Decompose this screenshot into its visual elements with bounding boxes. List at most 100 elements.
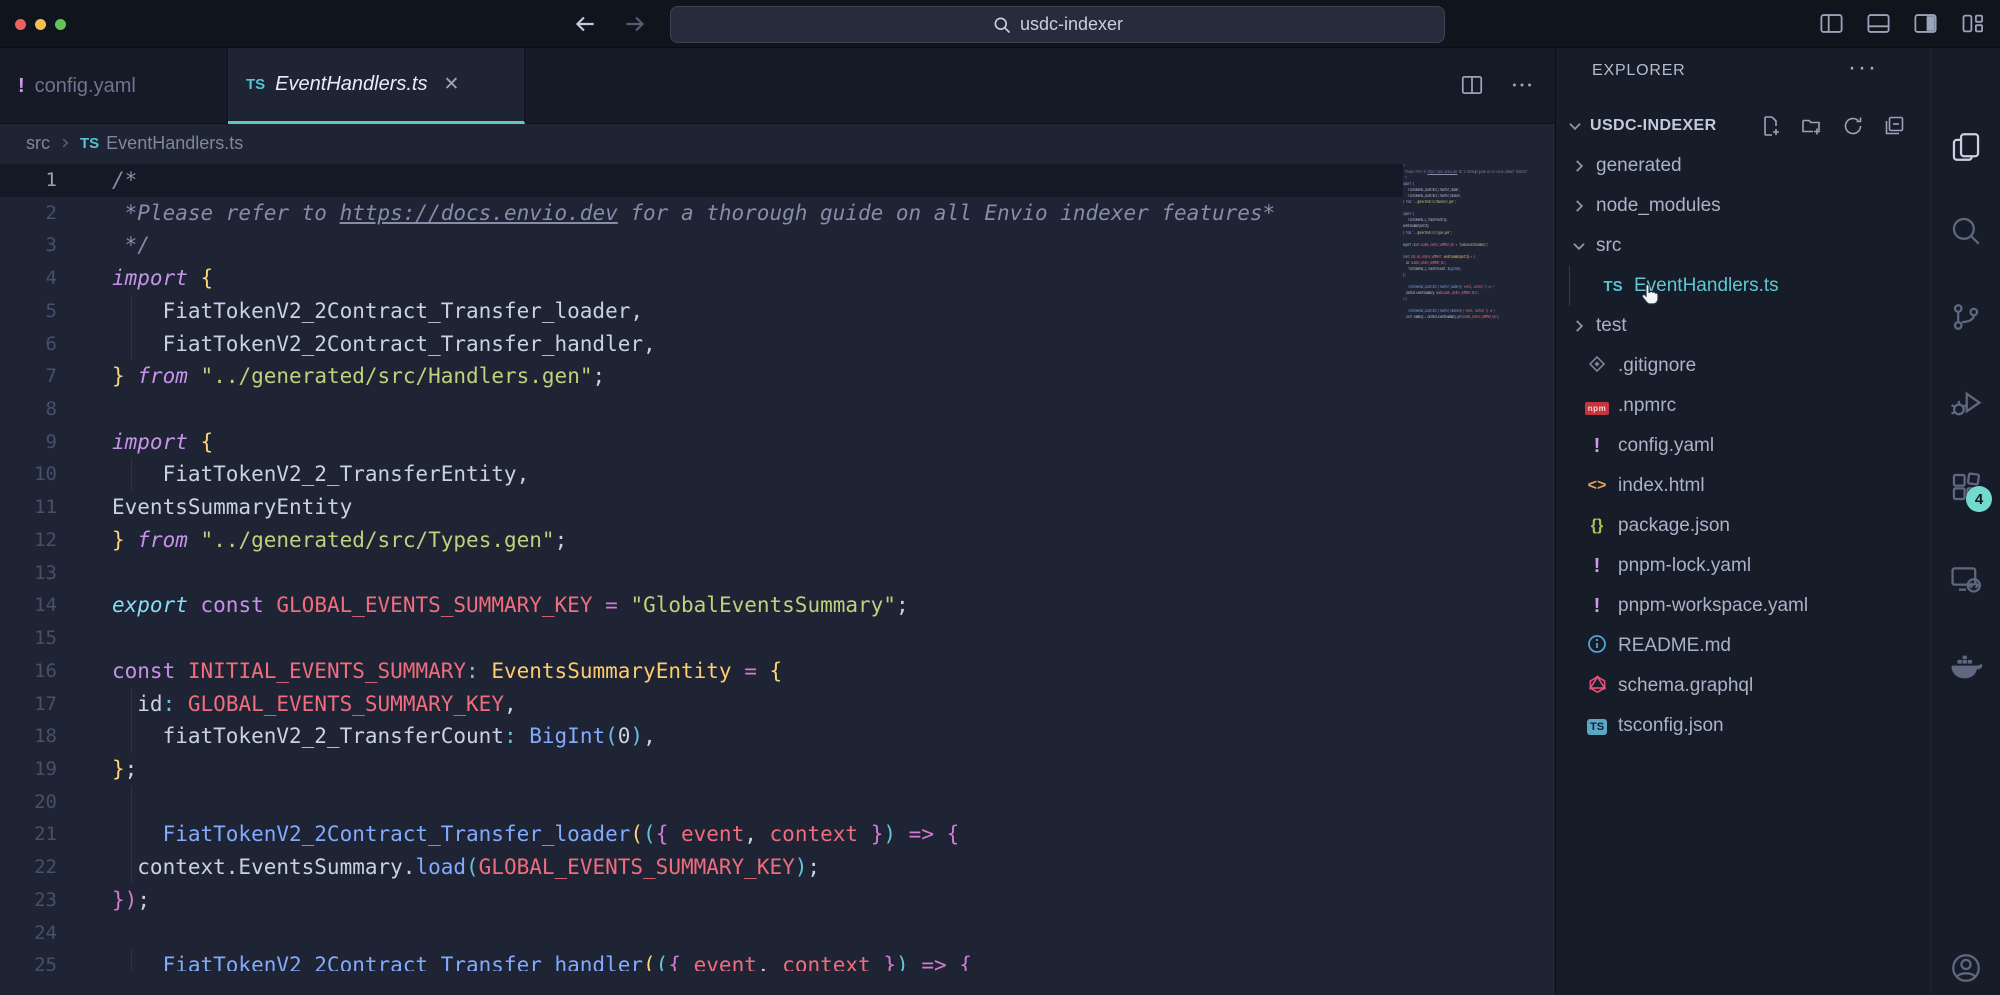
tree-item--gitignore[interactable]: .gitignore [1556,346,1930,386]
tree-item-package-json[interactable]: {}package.json [1556,506,1930,546]
code-line-8[interactable]: 8 [0,393,1403,426]
line-number: 8 [0,393,57,426]
tree-item-pnpm-lock-yaml[interactable]: !pnpm-lock.yaml [1556,546,1930,586]
tab-eventhandlers-ts[interactable]: TSEventHandlers.ts✕ [228,48,525,124]
tree-item-node-modules[interactable]: node_modules [1556,186,1930,226]
tab-config-yaml[interactable]: !config.yaml [0,48,228,124]
extensions-badge: 4 [1966,486,1992,512]
line-number: 13 [0,557,57,590]
code-line-12[interactable]: 12} from "../generated/src/Types.gen"; [0,524,1403,557]
code-line-21[interactable]: 21 FiatTokenV2_2Contract_Transfer_loader… [0,818,1403,851]
activity-remote-explorer-icon[interactable] [1949,562,1983,596]
line-number: 7 [0,360,57,393]
tree-item-label: node_modules [1596,195,1721,217]
line-number: 5 [0,295,57,328]
tree-item-tsconfig-json[interactable]: TS tsconfig.json [1556,706,1930,746]
tree-item-generated[interactable]: generated [1556,146,1930,186]
minimap[interactable]: /* *Please refer to https://docs.envio.d… [1403,164,1530,339]
zoom-window-button[interactable] [55,19,66,30]
code-line-9[interactable]: 9import { [0,426,1403,459]
activity-bar: 4 [1930,48,2000,995]
code-line-5[interactable]: 5 FiatTokenV2_2Contract_Transfer_loader, [0,295,1403,328]
breadcrumb-separator-icon [58,136,72,150]
line-number: 3 [0,229,57,262]
tree-item-eventhandlers-ts[interactable]: TSEventHandlers.ts [1556,266,1930,306]
more-actions-icon[interactable] [1509,72,1535,98]
indent-guide [131,458,132,491]
line-number: 14 [0,589,57,622]
new-folder-icon[interactable] [1800,114,1824,138]
tree-item-src[interactable]: src [1556,226,1930,266]
code-line-19[interactable]: 19}; [0,753,1403,786]
line-number: 22 [0,851,57,884]
activity-search-icon[interactable] [1949,214,1983,248]
html-file-icon: <> [1584,477,1610,495]
code-line-25[interactable]: 25 FiatTokenV2_2Contract_Transfer_handle… [0,949,1403,971]
line-number: 9 [0,426,57,459]
line-number: 15 [0,622,57,655]
code-line-23[interactable]: 23}); [0,884,1403,917]
code-line-22[interactable]: 22 context.EventsSummary.load(GLOBAL_EVE… [0,851,1403,884]
code-line-2[interactable]: 2 *Please refer to https://docs.envio.de… [0,197,1403,230]
tree-item-schema-graphql[interactable]: schema.graphql [1556,666,1930,706]
tree-item-config-yaml[interactable]: !config.yaml [1556,426,1930,466]
code-editor[interactable]: 1/*2 *Please refer to https://docs.envio… [0,162,1555,971]
activity-source-control-icon[interactable] [1949,300,1983,334]
tree-item-label: README.md [1618,635,1731,657]
code-line-24[interactable]: 24 [0,917,1403,950]
activity-run-debug-icon[interactable] [1949,386,1983,420]
code-line-14[interactable]: 14export const GLOBAL_EVENTS_SUMMARY_KEY… [0,589,1403,622]
breadcrumb-item[interactable]: TSEventHandlers.ts [80,133,243,154]
line-number: 21 [0,818,57,851]
new-file-icon[interactable] [1759,114,1783,138]
ts-box-file-icon: TS [1584,717,1610,735]
explorer-title: EXPLORER [1592,62,1686,79]
activity-extensions-icon[interactable]: 4 [1949,470,1983,504]
tree-item-label: config.yaml [1618,435,1714,457]
layout-customize-icon[interactable] [1959,10,1986,37]
activity-docker-icon[interactable] [1949,650,1983,684]
minimize-window-button[interactable] [35,19,46,30]
back-arrow-icon[interactable] [572,11,598,37]
workspace-section-header[interactable]: USDC-INDEXER [1556,106,1930,146]
command-center-search[interactable]: usdc-indexer [670,6,1445,43]
code-line-3[interactable]: 3 */ [0,229,1403,262]
breadcrumb-item[interactable]: src [26,133,50,154]
line-number: 11 [0,491,57,524]
collapse-all-icon[interactable] [1882,114,1906,138]
tree-item-test[interactable]: test [1556,306,1930,346]
code-line-4[interactable]: 4import { [0,262,1403,295]
tree-item-label: test [1596,315,1627,337]
tree-item-index-html[interactable]: <>index.html [1556,466,1930,506]
close-tab-icon[interactable]: ✕ [443,73,459,96]
panel-right-active-icon[interactable] [1912,10,1939,37]
code-line-20[interactable]: 20 [0,786,1403,819]
explorer-more-actions-icon[interactable]: ··· [1848,54,1878,82]
activity-account-icon[interactable] [1949,951,1983,985]
code-line-16[interactable]: 16const INITIAL_EVENTS_SUMMARY: EventsSu… [0,655,1403,688]
panel-bottom-icon[interactable] [1865,10,1892,37]
tree-item-pnpm-workspace-yaml[interactable]: !pnpm-workspace.yaml [1556,586,1930,626]
code-line-1[interactable]: 1/* [0,164,1403,197]
code-line-11[interactable]: 11EventsSummaryEntity [0,491,1403,524]
tree-item-label: tsconfig.json [1618,715,1724,737]
forward-arrow-icon[interactable] [622,11,648,37]
refresh-icon[interactable] [1841,114,1865,138]
split-editor-icon[interactable] [1459,72,1485,98]
code-line-6[interactable]: 6 FiatTokenV2_2Contract_Transfer_handler… [0,328,1403,361]
explorer-sidebar: EXPLORER ··· USDC-INDEXER generated node_… [1555,48,1930,995]
code-line-18[interactable]: 18 fiatTokenV2_2_TransferCount: BigInt(0… [0,720,1403,753]
tree-item--npmrc[interactable]: npm.npmrc [1556,386,1930,426]
code-line-7[interactable]: 7} from "../generated/src/Handlers.gen"; [0,360,1403,393]
tree-item-readme-md[interactable]: README.md [1556,626,1930,666]
code-line-13[interactable]: 13 [0,557,1403,590]
code-line-10[interactable]: 10 FiatTokenV2_2_TransferEntity, [0,458,1403,491]
info-file-icon [1584,634,1610,658]
line-number: 4 [0,262,57,295]
code-line-15[interactable]: 15 [0,622,1403,655]
close-window-button[interactable] [15,19,26,30]
indent-guide [131,851,132,884]
panel-left-icon[interactable] [1818,10,1845,37]
activity-files-icon[interactable] [1949,130,1983,164]
code-line-17[interactable]: 17 id: GLOBAL_EVENTS_SUMMARY_KEY, [0,688,1403,721]
